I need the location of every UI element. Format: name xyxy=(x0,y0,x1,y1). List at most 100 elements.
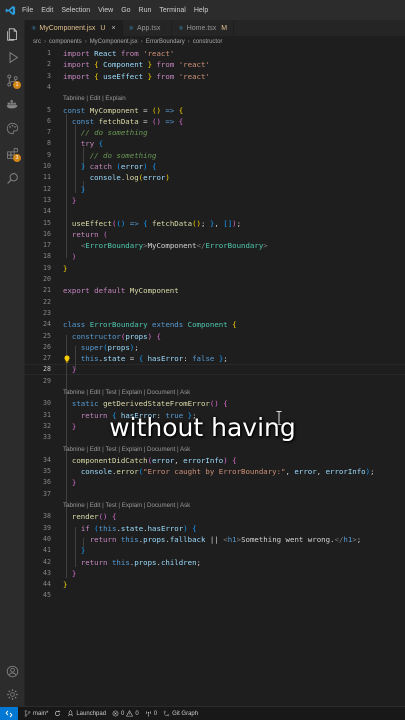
extensions-badge: 3 xyxy=(13,154,21,162)
code-line: 26 super(props); xyxy=(43,342,139,352)
breadcrumb-item[interactable]: components xyxy=(49,39,82,45)
code-line: 39 if (this.state.hasError) { xyxy=(43,523,197,533)
status-bar: main* Launchpad 0 0 0 Git Graph xyxy=(0,706,405,720)
chevron-right-icon: › xyxy=(84,39,87,45)
code-line: 20 xyxy=(43,275,51,283)
explorer-icon[interactable] xyxy=(4,26,20,42)
menu-item-terminal[interactable]: Terminal xyxy=(159,7,185,14)
chevron-right-icon: › xyxy=(140,39,143,45)
code-line: 45 xyxy=(43,591,51,600)
code-line: 36 } xyxy=(43,478,77,488)
run-debug-icon[interactable] xyxy=(4,49,20,65)
error-icon xyxy=(112,710,119,717)
code-line: 5 const MyComponent = () => { xyxy=(47,105,184,115)
tab-mycomponent-jsx[interactable]: ⚛ MyComponent.jsx U × xyxy=(25,20,123,36)
activity-bar: 1 3 xyxy=(0,20,25,706)
code-line: 19} xyxy=(43,263,68,273)
code-line: 1 import React from 'react' xyxy=(47,49,175,58)
code-line: 44} xyxy=(43,580,68,590)
breadcrumb-item[interactable]: src xyxy=(33,39,41,45)
search-icon[interactable] xyxy=(4,170,20,186)
lightbulb-icon[interactable] xyxy=(63,355,71,363)
source-control-icon[interactable]: 1 xyxy=(4,72,21,89)
account-icon[interactable] xyxy=(4,663,20,679)
menu-item-view[interactable]: View xyxy=(98,7,113,14)
code-line: 8 try { xyxy=(47,139,104,149)
launchpad-button[interactable]: Launchpad xyxy=(67,710,106,717)
git-graph-button[interactable]: Git Graph xyxy=(163,710,198,717)
code-line: 17 <ErrorBoundary>MyComponent</ErrorBoun… xyxy=(43,241,268,251)
vscode-logo-icon xyxy=(0,0,20,20)
code-line: 35 console.error("Error caught by ErrorB… xyxy=(43,467,375,477)
rocket-icon xyxy=(68,710,74,717)
tab-modified-indicator: U xyxy=(100,24,106,32)
code-line: 13 } xyxy=(43,195,77,205)
code-line: 24 class ErrorBoundary extends Component … xyxy=(43,320,237,330)
git-branch-icon xyxy=(24,710,31,717)
tabnine-codelens[interactable]: Tabnine | Edit | Test | Explain | Docume… xyxy=(63,387,190,398)
tab-label: App.tsx xyxy=(136,24,161,32)
sync-button[interactable] xyxy=(54,710,61,717)
sync-icon xyxy=(55,710,61,717)
branch-indicator[interactable]: main* xyxy=(24,710,48,717)
code-line: 15 useEffect(() => { fetchData(); }, [])… xyxy=(43,218,242,228)
code-line: 40 return this.props.fallback || <h1>Som… xyxy=(43,534,362,544)
react-icon: ⚛ xyxy=(128,24,134,32)
remote-indicator-icon[interactable] xyxy=(0,706,18,720)
tab-modified-indicator: M xyxy=(221,24,228,32)
editor-tabs: ⚛ MyComponent.jsx U × ⚛ App.tsx ⚛ Home.tsx M xyxy=(25,20,405,36)
code-line: 6 const fetchData = () => { xyxy=(47,116,184,126)
chevron-right-icon: › xyxy=(44,39,46,45)
code-line: 21 export default MyComponent xyxy=(43,286,179,296)
title-bar: File Edit Selection View Go Run Terminal Help xyxy=(0,0,405,20)
tab-app-tsx[interactable]: ⚛ App.tsx xyxy=(123,20,173,36)
menu-bar: File Edit Selection View Go Run Terminal Help xyxy=(22,7,208,14)
chevron-right-icon: › xyxy=(187,39,190,45)
tabnine-codelens[interactable]: Tabnine | Edit | Test | Explain | Docume… xyxy=(63,444,190,455)
tabnine-codelens[interactable]: Tabnine | Edit | Test | Explain | Docume… xyxy=(63,500,190,511)
ports-indicator[interactable]: 0 xyxy=(145,710,157,717)
code-line: 27 this.state = { hasError: false }; xyxy=(43,354,228,364)
palette-icon[interactable] xyxy=(4,120,20,136)
radio-tower-icon xyxy=(145,711,151,717)
react-icon: ⚛ xyxy=(178,24,184,32)
code-line: 38 render() { xyxy=(43,512,117,522)
code-line: 29 xyxy=(43,376,51,385)
code-editor[interactable]: 1 import React from 'react' 2 import { Com… xyxy=(25,48,405,706)
menu-item-selection[interactable]: Selection xyxy=(61,7,90,14)
breadcrumb-item[interactable]: MyComponent.jsx xyxy=(90,39,138,45)
video-caption: without having xyxy=(109,413,296,442)
close-icon[interactable]: × xyxy=(111,25,115,32)
code-line: 41 } xyxy=(43,546,86,556)
breadcrumb-item[interactable]: ErrorBoundary xyxy=(146,39,185,45)
problems-indicator[interactable]: 0 0 xyxy=(112,710,139,717)
menu-item-help[interactable]: Help xyxy=(194,7,208,14)
code-line: 25 constructor(props) { xyxy=(43,331,161,341)
source-control-badge: 1 xyxy=(13,81,21,89)
menu-item-run[interactable]: Run xyxy=(139,7,152,14)
extensions-icon[interactable]: 3 xyxy=(4,145,21,162)
tab-home-tsx[interactable]: ⚛ Home.tsx M xyxy=(172,20,235,36)
menu-item-edit[interactable]: Edit xyxy=(41,7,53,14)
tabnine-codelens[interactable]: Tabnine | Edit | Explain xyxy=(63,93,126,104)
code-line: 30 static getDerivedStateFromError() { xyxy=(43,399,228,409)
tab-label: MyComponent.jsx xyxy=(39,24,96,32)
code-line: 4 xyxy=(47,82,51,91)
warning-icon xyxy=(126,710,134,717)
code-line: 11 console.log(error) xyxy=(43,173,170,183)
menu-item-file[interactable]: File xyxy=(22,7,33,14)
code-line: 37 xyxy=(43,489,51,498)
code-line: 12 } xyxy=(43,184,86,194)
code-line: 3 import { useEffect } from 'react' xyxy=(47,71,210,81)
menu-item-go[interactable]: Go xyxy=(121,7,130,14)
docker-icon[interactable] xyxy=(4,95,20,111)
code-line: 43 } xyxy=(43,568,77,578)
code-line: 14 xyxy=(43,207,51,216)
code-line: 28 } xyxy=(43,365,77,375)
settings-gear-icon[interactable] xyxy=(4,686,20,702)
code-line: 7 // do something xyxy=(47,128,148,138)
code-line: 16 return ( xyxy=(43,229,108,239)
breadcrumb-item[interactable]: constructor xyxy=(193,39,223,45)
code-line: 42 return this.props.children; xyxy=(43,557,201,567)
tab-label: Home.tsx xyxy=(186,24,217,32)
